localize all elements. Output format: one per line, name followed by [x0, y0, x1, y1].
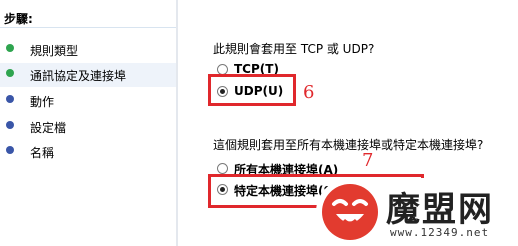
steps-header: 步驟:: [4, 12, 33, 26]
step-label: 通訊協定及連接埠: [30, 69, 127, 83]
ports-question: 這個規則套用至所有本機連接埠或特定本機連接埠?: [213, 138, 484, 152]
watermark-brand: 魔盟网: [386, 190, 494, 230]
step-label: 規則類型: [30, 44, 79, 58]
step-name[interactable]: 名稱: [0, 140, 176, 164]
step-profile[interactable]: 設定檔: [0, 115, 176, 139]
step-rule-type[interactable]: 規則類型: [0, 38, 176, 62]
annotation-step-6: 6: [303, 82, 315, 103]
step-pending-bullet-icon: [6, 95, 14, 103]
steps-panel: 步驟: 規則類型 通訊協定及連接埠 動作 設定檔 名稱: [0, 0, 176, 246]
step-label: 名稱: [30, 146, 55, 160]
step-pending-bullet-icon: [6, 146, 14, 154]
step-complete-bullet-icon: [6, 44, 14, 52]
step-current-bullet-icon: [6, 69, 14, 77]
annotation-step-7: 7: [362, 150, 374, 171]
watermark: 魔盟网 www.12349.net: [316, 178, 518, 246]
panel-separator: [176, 0, 178, 246]
protocol-question: 此規則會套用至 TCP 或 UDP?: [213, 42, 375, 56]
step-pending-bullet-icon: [6, 121, 14, 129]
step-action[interactable]: 動作: [0, 89, 176, 113]
watermark-logo-icon: [322, 184, 378, 240]
step-label: 設定檔: [30, 121, 67, 135]
radio-icon: [217, 163, 228, 174]
steps-divider: [0, 27, 176, 28]
udp-highlight-box: [208, 74, 296, 106]
step-label: 動作: [30, 95, 55, 109]
watermark-site: www.12349.net: [390, 226, 490, 239]
step-protocol-and-ports[interactable]: 通訊協定及連接埠: [0, 63, 176, 87]
